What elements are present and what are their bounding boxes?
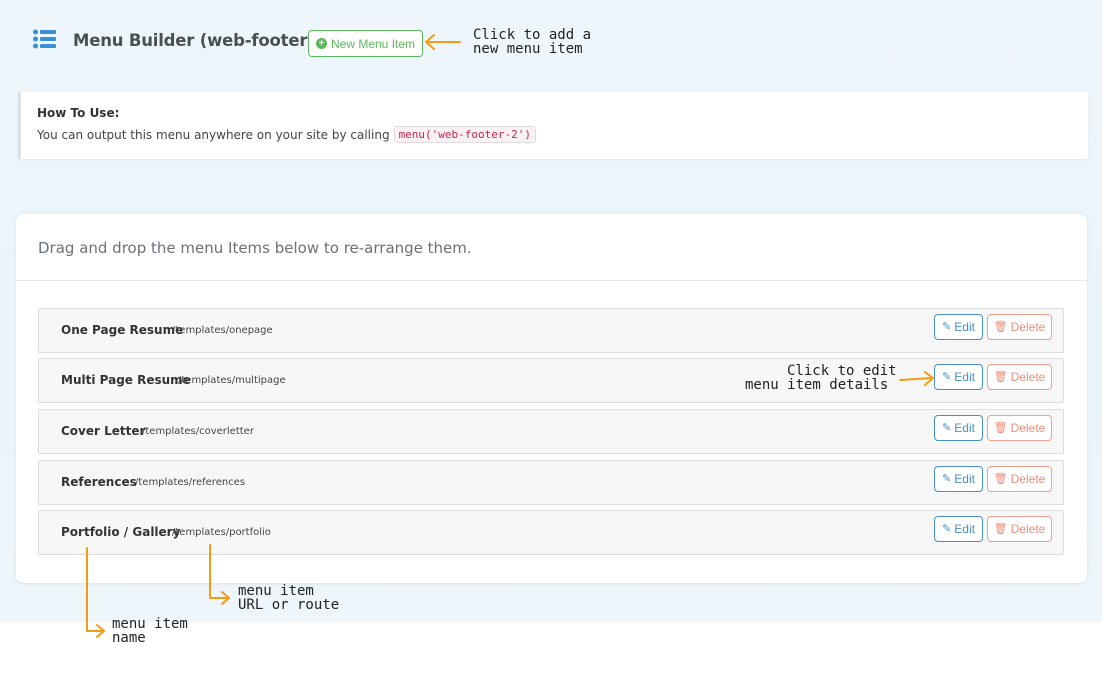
menu-item-name: Cover Letter: [61, 424, 146, 438]
delete-button[interactable]: 🗑 Delete: [987, 466, 1052, 492]
drag-instructions: Drag and drop the menu Items below to re…: [38, 239, 472, 257]
annotation-new-item-line1: Click to add a: [473, 27, 592, 43]
new-menu-item-button[interactable]: + New Menu Item: [308, 30, 424, 57]
delete-label: Delete: [1010, 320, 1046, 334]
pencil-icon: ✎: [942, 522, 952, 535]
edit-label: Edit: [954, 472, 975, 486]
menu-item-row[interactable]: Multi Page Resume /templates/multipage ✎…: [38, 358, 1064, 403]
menu-code-snippet: menu('web-footer-2'): [393, 126, 537, 143]
trash-icon: 🗑: [993, 472, 1008, 485]
edit-label: Edit: [954, 370, 975, 384]
edit-button[interactable]: ✎ Edit: [934, 516, 983, 542]
delete-label: Delete: [1010, 522, 1046, 536]
edit-button[interactable]: ✎ Edit: [934, 314, 983, 340]
menu-item-url: /templates/portfolio: [172, 527, 271, 538]
edit-button[interactable]: ✎ Edit: [934, 364, 983, 390]
pencil-icon: ✎: [942, 320, 952, 333]
row-actions: ✎ Edit 🗑 Delete: [934, 415, 1052, 441]
plus-circle-icon: +: [316, 38, 327, 49]
menu-item-name: Portfolio / Gallery: [61, 525, 181, 539]
edit-button[interactable]: ✎ Edit: [934, 415, 983, 441]
new-menu-item-label: New Menu Item: [331, 36, 416, 51]
delete-button[interactable]: 🗑 Delete: [987, 516, 1052, 542]
trash-icon: 🗑: [993, 522, 1008, 535]
how-to-use-title: How To Use:: [37, 106, 120, 120]
row-actions: ✎ Edit 🗑 Delete: [934, 314, 1052, 340]
trash-icon: 🗑: [993, 370, 1008, 383]
menu-item-name: Multi Page Resume: [61, 373, 191, 387]
arrowhead-name: [96, 624, 105, 638]
menu-item-row[interactable]: Cover Letter /templates/coverletter ✎ Edi…: [38, 409, 1064, 454]
delete-button[interactable]: 🗑 Delete: [987, 364, 1052, 390]
menu-item-name: References: [61, 475, 137, 489]
trash-icon: 🗑: [993, 421, 1008, 434]
list-icon[interactable]: [33, 29, 56, 49]
delete-label: Delete: [1010, 472, 1046, 486]
edit-label: Edit: [954, 320, 975, 334]
pencil-icon: ✎: [942, 370, 952, 383]
delete-label: Delete: [1010, 370, 1046, 384]
annotation-name-line2: name: [112, 630, 146, 646]
menu-item-url: /templates/coverletter: [142, 426, 254, 437]
edit-label: Edit: [954, 421, 975, 435]
row-actions: ✎ Edit 🗑 Delete: [934, 516, 1052, 542]
delete-label: Delete: [1010, 421, 1046, 435]
annotation-url-line2: URL or route: [238, 597, 340, 613]
menu-item-name: One Page Resume: [61, 323, 184, 337]
how-to-use-panel: How To Use: You can output this menu any…: [18, 92, 1088, 159]
annotation-url-line1: menu item: [238, 583, 314, 599]
page-title: Menu Builder (web-footer-2): [73, 31, 333, 50]
how-to-use-text: You can output this menu anywhere on you…: [37, 127, 390, 142]
annotation-new-item-line2: new menu item: [473, 41, 583, 57]
delete-button[interactable]: 🗑 Delete: [987, 415, 1052, 441]
delete-button[interactable]: 🗑 Delete: [987, 314, 1052, 340]
card-header: Drag and drop the menu Items below to re…: [16, 214, 1087, 281]
row-actions: ✎ Edit 🗑 Delete: [934, 364, 1052, 390]
menu-item-url: /templates/multipage: [178, 375, 286, 386]
menu-items-card: Drag and drop the menu Items below to re…: [16, 214, 1087, 583]
menu-item-row[interactable]: References /templates/references ✎ Edit 🗑…: [38, 460, 1064, 505]
edit-label: Edit: [954, 522, 975, 536]
menu-item-url: /templates/references: [135, 477, 246, 488]
edit-button[interactable]: ✎ Edit: [934, 466, 983, 492]
row-actions: ✎ Edit 🗑 Delete: [934, 466, 1052, 492]
menu-item-row[interactable]: Portfolio / Gallery /templates/portfolio…: [38, 510, 1064, 555]
menu-item-row[interactable]: One Page Resume /templates/onepage ✎ Edit…: [38, 308, 1064, 353]
pencil-icon: ✎: [942, 421, 952, 434]
how-to-use-text-line: You can output this menu anywhere on you…: [37, 126, 537, 143]
menu-item-url: /templates/onepage: [172, 325, 273, 336]
annotation-name-line1: menu item: [112, 616, 188, 632]
pencil-icon: ✎: [942, 472, 952, 485]
annotation-edit-line2: menu item details: [745, 377, 889, 393]
trash-icon: 🗑: [993, 320, 1008, 333]
annotation-edit-line1: Click to edit: [787, 363, 897, 379]
